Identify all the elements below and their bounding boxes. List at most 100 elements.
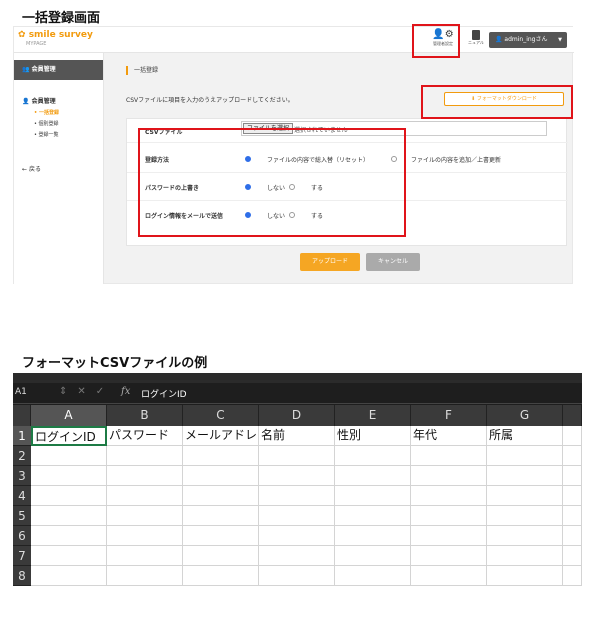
sidebar-header[interactable]: 👥 会員管理 (14, 60, 103, 80)
empty-cell[interactable] (31, 526, 107, 546)
empty-cell[interactable] (563, 566, 582, 586)
column-header[interactable]: E (335, 405, 411, 426)
empty-cell[interactable] (183, 526, 259, 546)
empty-cell[interactable] (563, 466, 582, 486)
upload-button[interactable]: アップロード (300, 253, 360, 271)
row-header[interactable]: 4 (13, 486, 31, 506)
confirm-icon[interactable]: ✓ (96, 386, 114, 397)
empty-cell[interactable] (183, 566, 259, 586)
empty-cell[interactable] (411, 506, 487, 526)
column-header[interactable]: A (31, 405, 107, 426)
empty-cell[interactable] (411, 486, 487, 506)
header-cell[interactable]: 性別 (335, 426, 411, 446)
empty-cell[interactable] (107, 566, 183, 586)
empty-cell[interactable] (183, 486, 259, 506)
user-menu-button[interactable]: 👤 admin_ingさん ▼ (489, 32, 567, 48)
sidebar-item-register-list[interactable]: • 登録一覧 (34, 131, 103, 138)
empty-cell[interactable] (259, 546, 335, 566)
empty-cell[interactable] (411, 446, 487, 466)
empty-cell[interactable] (335, 506, 411, 526)
empty-cell[interactable] (183, 466, 259, 486)
sidebar-item-bulk-register[interactable]: • 一括登録 (34, 109, 103, 116)
empty-cell[interactable] (411, 466, 487, 486)
empty-cell[interactable] (563, 546, 582, 566)
empty-cell[interactable] (31, 446, 107, 466)
empty-cell[interactable] (31, 546, 107, 566)
cell-reference[interactable]: A1 (15, 387, 27, 397)
empty-cell[interactable] (487, 466, 563, 486)
empty-cell[interactable] (335, 446, 411, 466)
column-header[interactable]: F (411, 405, 487, 426)
empty-cell[interactable] (487, 566, 563, 586)
empty-cell[interactable] (183, 446, 259, 466)
empty-cell[interactable] (487, 486, 563, 506)
empty-cell[interactable] (259, 446, 335, 466)
empty-cell[interactable] (411, 526, 487, 546)
empty-cell[interactable] (487, 526, 563, 546)
column-header[interactable]: B (107, 405, 183, 426)
empty-cell[interactable] (259, 486, 335, 506)
row-header[interactable]: 5 (13, 506, 31, 526)
header-cell[interactable]: ログインID (31, 426, 107, 446)
header-cell[interactable]: 年代 (411, 426, 487, 446)
empty-cell[interactable] (259, 526, 335, 546)
column-header[interactable]: G (487, 405, 563, 426)
empty-cell[interactable] (563, 486, 582, 506)
empty-cell[interactable] (107, 526, 183, 546)
empty-cell[interactable] (259, 466, 335, 486)
empty-cell[interactable] (31, 466, 107, 486)
user-icon: 👤 (495, 36, 505, 43)
back-link[interactable]: ← 戻る (22, 164, 103, 173)
formula-input[interactable]: ログインID (141, 387, 187, 400)
header-cell[interactable]: メールアドレ (183, 426, 259, 446)
row-header[interactable]: 8 (13, 566, 31, 586)
column-header[interactable]: C (183, 405, 259, 426)
empty-cell[interactable] (411, 546, 487, 566)
header-cell[interactable]: 名前 (259, 426, 335, 446)
empty-cell[interactable] (563, 526, 582, 546)
empty-cell[interactable] (107, 546, 183, 566)
column-header-extra[interactable] (563, 405, 582, 426)
empty-cell[interactable] (107, 466, 183, 486)
empty-cell[interactable] (335, 566, 411, 586)
sidebar-item-label: 個別登録 (38, 121, 59, 127)
sidebar-group-member[interactable]: 👤 会員管理 (22, 96, 103, 105)
empty-cell[interactable] (183, 506, 259, 526)
row-header[interactable]: 7 (13, 546, 31, 566)
empty-cell[interactable] (487, 546, 563, 566)
header-cell[interactable]: 所属 (487, 426, 563, 446)
sidebar-item-individual-register[interactable]: • 個別登録 (34, 120, 103, 127)
empty-cell[interactable] (563, 506, 582, 526)
cancel-icon[interactable]: ✕ (77, 386, 95, 397)
row-header[interactable]: 2 (13, 446, 31, 466)
manual-button[interactable]: ニュアル (466, 30, 486, 50)
empty-cell[interactable] (31, 486, 107, 506)
empty-cell[interactable] (107, 486, 183, 506)
header-cell[interactable]: パスワード (107, 426, 183, 446)
empty-cell[interactable] (335, 526, 411, 546)
empty-cell[interactable] (563, 426, 582, 446)
stepper-icon[interactable]: ⇕ (59, 386, 77, 397)
empty-cell[interactable] (563, 446, 582, 466)
empty-cell[interactable] (31, 506, 107, 526)
empty-cell[interactable] (107, 506, 183, 526)
empty-cell[interactable] (335, 546, 411, 566)
select-all-corner[interactable] (13, 405, 31, 426)
column-header[interactable]: D (259, 405, 335, 426)
empty-cell[interactable] (487, 446, 563, 466)
empty-cell[interactable] (259, 506, 335, 526)
empty-cell[interactable] (335, 466, 411, 486)
empty-cell[interactable] (487, 506, 563, 526)
logo-subtitle: MYPAGE (26, 41, 47, 47)
row-header[interactable]: 3 (13, 466, 31, 486)
empty-cell[interactable] (335, 486, 411, 506)
empty-cell[interactable] (107, 446, 183, 466)
empty-cell[interactable] (411, 566, 487, 586)
row-header[interactable]: 1 (13, 426, 31, 446)
cancel-button[interactable]: キャンセル (366, 253, 420, 271)
row-header[interactable]: 6 (13, 526, 31, 546)
empty-cell[interactable] (183, 546, 259, 566)
empty-cell[interactable] (31, 566, 107, 586)
function-icon[interactable]: fx (121, 386, 130, 397)
empty-cell[interactable] (259, 566, 335, 586)
